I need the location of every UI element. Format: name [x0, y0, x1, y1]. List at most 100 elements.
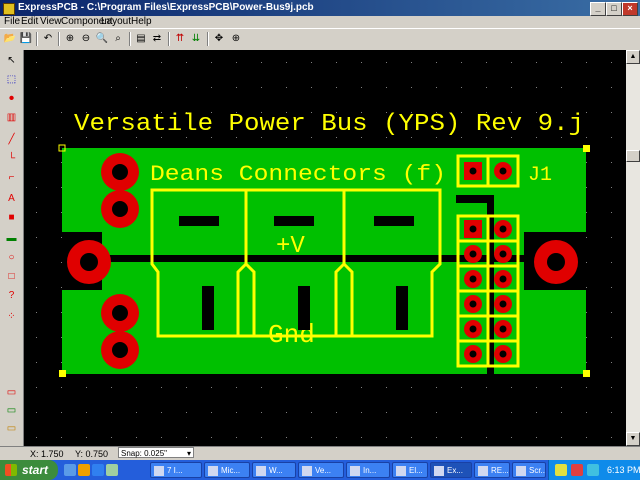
unknown-pad-icon[interactable]: ?	[3, 287, 20, 304]
scroll-up-icon[interactable]: ▲	[626, 50, 640, 64]
place-component-icon[interactable]: ▥	[3, 109, 20, 126]
tray-icon[interactable]	[571, 464, 583, 476]
task-label: Mic...	[221, 466, 241, 475]
menu-bar: File Edit View Component Layout Help	[0, 16, 640, 28]
pointer-icon[interactable]: ↖	[3, 52, 20, 69]
connector-slot	[274, 216, 314, 226]
task-label: RE...	[491, 466, 509, 475]
move-icon[interactable]: ✥	[211, 31, 227, 47]
quicklaunch-icon[interactable]	[106, 464, 118, 476]
layer-bottom-icon[interactable]: ▭	[3, 402, 20, 419]
zoom-area-icon[interactable]: 🔍	[94, 31, 110, 47]
quicklaunch-icon[interactable]	[92, 464, 104, 476]
connector-slot	[179, 216, 219, 226]
maximize-button[interactable]: □	[606, 2, 622, 16]
trace-corner-icon[interactable]: └	[3, 150, 20, 167]
center-icon[interactable]: ⊕	[228, 31, 244, 47]
x-coordinate: X: 1.750	[30, 449, 64, 459]
net-icon[interactable]: ⁘	[3, 308, 20, 325]
corner-marker	[59, 370, 66, 377]
task-button[interactable]: Ve...	[298, 462, 344, 478]
task-button[interactable]: 7 I...	[150, 462, 202, 478]
task-label: Ex...	[447, 466, 464, 475]
tool-palette: ↖ ⬚ • ▥ ╱ └ ⌐ A ■ ▬ ○ □ ? ⁘ ▭ ▭ ▭	[0, 50, 24, 448]
zoom-in-icon[interactable]: ⊕	[62, 31, 78, 47]
toolbar-separator	[207, 32, 209, 46]
trace-icon[interactable]: ╱	[3, 131, 20, 148]
task-label: In...	[363, 466, 377, 475]
snap-select[interactable]: Snap: 0.025" ▾	[118, 447, 194, 458]
task-label: El...	[409, 466, 423, 475]
save-icon[interactable]: 💾	[18, 31, 34, 47]
layer-top-icon[interactable]: ▭	[3, 384, 20, 401]
minimize-button[interactable]: _	[590, 2, 606, 16]
split-gap	[456, 195, 494, 203]
toolbar-separator	[168, 32, 170, 46]
tray-icon[interactable]	[587, 464, 599, 476]
vertical-scrollbar[interactable]: ▲ ▼	[626, 50, 640, 446]
start-button[interactable]: start	[0, 460, 58, 480]
rectangle-icon[interactable]: □	[3, 268, 20, 285]
menu-edit[interactable]: Edit	[21, 16, 38, 28]
connector-slot	[298, 286, 310, 330]
file-path: C:\Program Files\ExpressPCB\Power-Bus9j.…	[86, 2, 314, 13]
task-button[interactable]: RE...	[474, 462, 510, 478]
menu-file[interactable]: File	[4, 16, 20, 28]
plus-v-label: +V	[276, 233, 305, 260]
pcb-canvas[interactable]: Versatile Power Bus (YPS) Rev 9.j Deans …	[24, 50, 626, 446]
corner-marker	[583, 370, 590, 377]
shape-icon[interactable]: ■	[3, 209, 20, 226]
task-label: W...	[269, 466, 283, 475]
flip-down-icon[interactable]: ⇊	[188, 31, 204, 47]
rounded-rect-icon[interactable]: ▬	[3, 230, 20, 247]
ref-label-j1: J1	[528, 164, 552, 187]
menu-help[interactable]: Help	[131, 16, 152, 28]
layer-silk-icon[interactable]: ▭	[3, 420, 20, 437]
pad-round	[101, 153, 139, 191]
task-label: Ve...	[315, 466, 332, 475]
task-button[interactable]: W...	[252, 462, 296, 478]
menu-view[interactable]: View	[40, 16, 62, 28]
main-toolbar: 📂 💾 ↶ ⊕ ⊖ 🔍 ⌕ ▤ ⇄ ⇈ ⇊ ✥ ⊕	[0, 28, 640, 51]
menu-layout[interactable]: Layout	[101, 16, 131, 28]
board-title: Versatile Power Bus (YPS) Rev 9.j	[74, 111, 584, 138]
undo-icon[interactable]: ↶	[40, 31, 56, 47]
quicklaunch-icon[interactable]	[64, 464, 76, 476]
scroll-thumb[interactable]	[626, 150, 640, 162]
zoom-out-icon[interactable]: ⊖	[78, 31, 94, 47]
task-icon	[516, 466, 526, 476]
flip-up-icon[interactable]: ⇈	[172, 31, 188, 47]
connector-slot	[202, 286, 214, 330]
circle-icon[interactable]: ○	[3, 249, 20, 266]
trace-bend-icon[interactable]: ⌐	[3, 169, 20, 186]
text-icon[interactable]: A	[3, 190, 20, 207]
scroll-down-icon[interactable]: ▼	[626, 432, 640, 446]
zoom-fit-icon[interactable]: ⌕	[110, 31, 126, 47]
open-folder-icon[interactable]: 📂	[2, 31, 18, 47]
connector-slot	[396, 286, 408, 330]
layer-swap-icon[interactable]: ⇄	[149, 31, 165, 47]
title-bar: ExpressPCB - C:\Program Files\ExpressPCB…	[0, 0, 640, 16]
task-button[interactable]: Scr...	[512, 462, 546, 478]
tray-icon[interactable]	[555, 464, 567, 476]
task-button[interactable]: In...	[346, 462, 390, 478]
pad-round	[101, 190, 139, 228]
layers-icon[interactable]: ▤	[133, 31, 149, 47]
place-pad-icon[interactable]: •	[3, 90, 20, 107]
mounting-hole-right	[534, 240, 578, 284]
chevron-down-icon: ▾	[186, 449, 191, 458]
task-button[interactable]: El...	[392, 462, 428, 478]
app-name: ExpressPCB	[18, 2, 79, 13]
task-button[interactable]: Mic...	[204, 462, 250, 478]
task-button-active[interactable]: Ex...	[430, 462, 472, 478]
close-button[interactable]: ×	[622, 2, 638, 16]
snap-value: Snap: 0.025"	[121, 449, 167, 458]
task-icon	[208, 466, 218, 476]
system-tray: 6:13 PM	[548, 460, 640, 480]
task-icon	[256, 466, 266, 476]
quicklaunch-icon[interactable]	[78, 464, 90, 476]
toolbar-separator	[36, 32, 38, 46]
toolbar-separator	[58, 32, 60, 46]
corner-marker	[583, 145, 590, 152]
select-area-icon[interactable]: ⬚	[3, 71, 20, 88]
